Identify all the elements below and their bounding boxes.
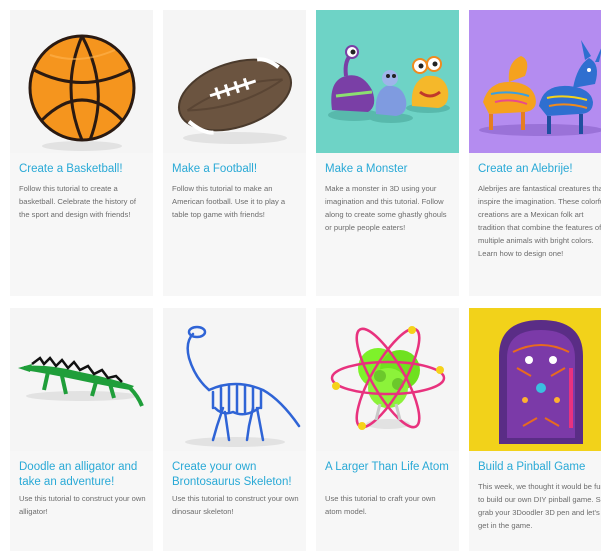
tutorial-card-basketball[interactable]: Create a Basketball! Follow this tutoria… [10, 10, 153, 296]
card-title[interactable]: Make a Monster [325, 162, 453, 177]
card-description: Follow this tutorial to make an American… [172, 184, 286, 219]
tutorial-card-football[interactable]: Make a Football! Follow this tutorial to… [163, 10, 306, 296]
alebrije-illustration [469, 10, 601, 153]
card-description: Follow this tutorial to create a basketb… [19, 184, 136, 219]
atom-illustration [316, 308, 459, 451]
tutorial-card-monster[interactable]: Make a Monster Make a monster in 3D usin… [316, 10, 459, 296]
card-description: Alebrijes are fantastical creatures that… [478, 184, 601, 258]
tutorial-card-atom[interactable]: A Larger Than Life Atom Use this tutoria… [316, 308, 459, 551]
card-title[interactable]: Build a Pinball Game [478, 460, 601, 475]
card-description: Use this tutorial to construct your own … [172, 494, 299, 516]
basketball-image[interactable] [10, 10, 153, 153]
card-description: Make a monster in 3D using your imaginat… [325, 184, 447, 232]
alligator-illustration [10, 308, 153, 451]
dinosaur-skeleton-image[interactable] [163, 308, 306, 451]
football-illustration [163, 10, 306, 153]
monster-image[interactable] [316, 10, 459, 153]
card-description: This week, we thought it would be fun to… [478, 482, 601, 530]
card-title[interactable]: Create a Basketball! [19, 162, 147, 177]
dinosaur-skeleton-illustration [163, 308, 306, 451]
card-description: Use this tutorial to craft your own atom… [325, 494, 436, 516]
alligator-image[interactable] [10, 308, 153, 451]
tutorial-card-brontosaurus[interactable]: Create your own Brontosaurus Skeleton! U… [163, 308, 306, 551]
card-title[interactable]: Create your own Brontosaurus Skeleton! [172, 460, 300, 490]
tutorial-card-alligator[interactable]: Doodle an alligator and take an adventur… [10, 308, 153, 551]
card-title[interactable]: Make a Football! [172, 162, 300, 177]
card-title[interactable]: Create an Alebrije! [478, 162, 601, 177]
basketball-illustration [10, 10, 153, 153]
pinball-illustration [469, 308, 601, 451]
card-title[interactable]: Doodle an alligator and take an adventur… [19, 460, 147, 490]
tutorial-card-pinball[interactable]: Build a Pinball Game This week, we thoug… [469, 308, 601, 551]
pinball-image[interactable] [469, 308, 601, 451]
alebrije-image[interactable] [469, 10, 601, 153]
tutorial-card-alebrije[interactable]: Create an Alebrije! Alebrijes are fantas… [469, 10, 601, 296]
card-description: Use this tutorial to construct your own … [19, 494, 146, 516]
monster-illustration [316, 10, 459, 153]
football-image[interactable] [163, 10, 306, 153]
card-title[interactable]: A Larger Than Life Atom [325, 460, 453, 475]
atom-image[interactable] [316, 308, 459, 451]
